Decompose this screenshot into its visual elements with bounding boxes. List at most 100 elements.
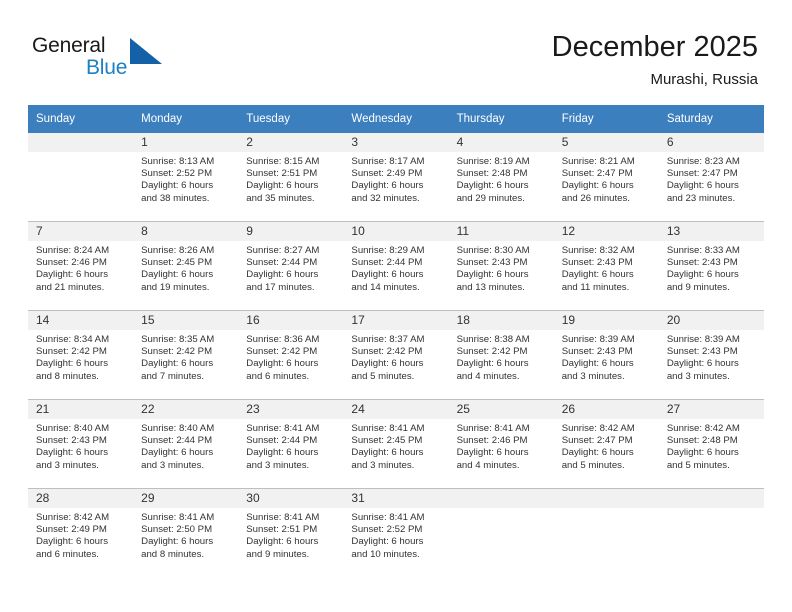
sunset-time: Sunset: 2:51 PM [246, 168, 318, 180]
logo-triangle-icon [130, 38, 162, 64]
day-cell[interactable]: 28 Sunrise: 8:42 AM Sunset: 2:49 PM Dayligh… [28, 489, 134, 577]
logo-text-blue: Blue [86, 56, 128, 79]
day-number: 3 [343, 133, 449, 152]
sunrise-time: Sunrise: 8:15 AM [246, 156, 320, 167]
sunrise-time: Sunrise: 8:19 AM [456, 156, 530, 167]
day-cell[interactable]: 19 Sunrise: 8:39 AM Sunset: 2:43 PM Dayligh… [553, 311, 659, 399]
daylight-duration-line2: and 8 minutes. [36, 370, 99, 382]
day-cell[interactable]: 3 Sunrise: 8:17 AM Sunset: 2:49 PM Daylight… [343, 133, 449, 221]
day-details: Sunrise: 8:37 AM Sunset: 2:42 PM Daylight:… [343, 330, 448, 383]
calendar-cell: 16 Sunrise: 8:36 AM Sunset: 2:42 PM Dayligh… [238, 310, 344, 400]
day-details: Sunrise: 8:29 AM Sunset: 2:44 PM Daylight:… [343, 241, 448, 294]
day-number: 24 [343, 400, 449, 419]
day-cell[interactable]: 8 Sunrise: 8:26 AM Sunset: 2:45 PM Daylight… [133, 222, 239, 310]
day-cell[interactable]: 7 Sunrise: 8:24 AM Sunset: 2:46 PM Daylight… [28, 222, 134, 310]
calendar-cell: 17 Sunrise: 8:37 AM Sunset: 2:42 PM Dayligh… [343, 310, 449, 400]
day-number: 29 [133, 489, 239, 508]
day-cell[interactable]: 1 Sunrise: 8:13 AM Sunset: 2:52 PM Daylight… [133, 133, 239, 221]
daylight-duration-line2: and 38 minutes. [141, 192, 210, 204]
day-cell[interactable]: 26 Sunrise: 8:42 AM Sunset: 2:47 PM Dayligh… [553, 400, 659, 488]
calendar-cell: 9 Sunrise: 8:27 AM Sunset: 2:44 PM Daylight… [238, 221, 344, 311]
weekday-header-monday: Monday [133, 105, 239, 133]
day-number: 27 [658, 400, 764, 419]
day-details: Sunrise: 8:41 AM Sunset: 2:45 PM Daylight:… [343, 419, 448, 472]
calendar-cell: 18 Sunrise: 8:38 AM Sunset: 2:42 PM Dayligh… [448, 310, 554, 400]
day-cell[interactable]: 16 Sunrise: 8:36 AM Sunset: 2:42 PM Dayligh… [238, 311, 344, 399]
daylight-duration-line1: Daylight: 6 hours [561, 358, 634, 370]
day-number: 7 [28, 222, 134, 241]
sunrise-time: Sunrise: 8:37 AM [351, 334, 425, 345]
daylight-duration-line1: Daylight: 6 hours [246, 536, 319, 548]
sunrise-time: Sunrise: 8:34 AM [36, 334, 110, 345]
sunrise-time: Sunrise: 8:26 AM [141, 245, 215, 256]
calendar-cell: 3 Sunrise: 8:17 AM Sunset: 2:49 PM Daylight… [343, 133, 449, 222]
day-number: 10 [343, 222, 449, 241]
day-details: Sunrise: 8:30 AM Sunset: 2:43 PM Daylight:… [449, 241, 554, 294]
day-details: Sunrise: 8:40 AM Sunset: 2:43 PM Daylight:… [28, 419, 133, 472]
day-details: Sunrise: 8:42 AM Sunset: 2:48 PM Daylight:… [659, 419, 764, 472]
day-details: Sunrise: 8:41 AM Sunset: 2:52 PM Daylight:… [343, 508, 448, 561]
day-number [553, 489, 659, 508]
day-number: 25 [448, 400, 554, 419]
day-cell[interactable]: 18 Sunrise: 8:38 AM Sunset: 2:42 PM Dayligh… [448, 311, 554, 399]
calendar-cell: 7 Sunrise: 8:24 AM Sunset: 2:46 PM Daylight… [28, 221, 134, 311]
day-cell[interactable]: 24 Sunrise: 8:41 AM Sunset: 2:45 PM Dayligh… [343, 400, 449, 488]
day-details: Sunrise: 8:13 AM Sunset: 2:52 PM Daylight:… [133, 152, 238, 205]
day-cell[interactable]: 5 Sunrise: 8:21 AM Sunset: 2:47 PM Daylight… [553, 133, 659, 221]
day-cell[interactable]: 27 Sunrise: 8:42 AM Sunset: 2:48 PM Dayligh… [658, 400, 764, 488]
daylight-duration-line2: and 17 minutes. [246, 281, 315, 293]
day-cell[interactable]: 12 Sunrise: 8:32 AM Sunset: 2:43 PM Dayligh… [553, 222, 659, 310]
daylight-duration-line2: and 5 minutes. [666, 459, 730, 471]
sunset-time: Sunset: 2:42 PM [246, 346, 318, 358]
sunset-time: Sunset: 2:43 PM [456, 257, 528, 269]
day-number: 16 [238, 311, 344, 330]
day-cell[interactable]: 14 Sunrise: 8:34 AM Sunset: 2:42 PM Dayligh… [28, 311, 134, 399]
day-cell[interactable]: 11 Sunrise: 8:30 AM Sunset: 2:43 PM Dayligh… [448, 222, 554, 310]
day-cell[interactable]: 20 Sunrise: 8:39 AM Sunset: 2:43 PM Dayligh… [658, 311, 764, 399]
day-details: Sunrise: 8:26 AM Sunset: 2:45 PM Daylight:… [133, 241, 238, 294]
day-details: Sunrise: 8:35 AM Sunset: 2:42 PM Daylight:… [133, 330, 238, 383]
day-number: 5 [553, 133, 659, 152]
day-number: 18 [448, 311, 554, 330]
sunrise-time: Sunrise: 8:35 AM [141, 334, 215, 345]
daylight-duration-line1: Daylight: 6 hours [456, 269, 529, 281]
day-cell[interactable]: 23 Sunrise: 8:41 AM Sunset: 2:44 PM Dayligh… [238, 400, 344, 488]
day-number [448, 489, 554, 508]
sunrise-time: Sunrise: 8:32 AM [561, 245, 635, 256]
day-number: 26 [553, 400, 659, 419]
calendar-cell [553, 488, 659, 577]
day-cell[interactable]: 4 Sunrise: 8:19 AM Sunset: 2:48 PM Daylight… [448, 133, 554, 221]
sunrise-time: Sunrise: 8:42 AM [561, 423, 635, 434]
daylight-duration-line1: Daylight: 6 hours [141, 447, 214, 459]
day-cell[interactable]: 29 Sunrise: 8:41 AM Sunset: 2:50 PM Dayligh… [133, 489, 239, 577]
sunset-time: Sunset: 2:48 PM [666, 435, 738, 447]
day-cell[interactable]: 6 Sunrise: 8:23 AM Sunset: 2:47 PM Daylight… [658, 133, 764, 221]
daylight-duration-line1: Daylight: 6 hours [246, 447, 319, 459]
day-cell[interactable]: 30 Sunrise: 8:41 AM Sunset: 2:51 PM Dayligh… [238, 489, 344, 577]
daylight-duration-line2: and 6 minutes. [246, 370, 310, 382]
daylight-duration-line1: Daylight: 6 hours [561, 180, 634, 192]
day-number [658, 489, 764, 508]
sunrise-time: Sunrise: 8:41 AM [246, 512, 320, 523]
day-cell[interactable]: 9 Sunrise: 8:27 AM Sunset: 2:44 PM Daylight… [238, 222, 344, 310]
day-cell[interactable]: 13 Sunrise: 8:33 AM Sunset: 2:43 PM Dayligh… [658, 222, 764, 310]
sunset-time: Sunset: 2:42 PM [456, 346, 528, 358]
sunset-time: Sunset: 2:44 PM [246, 257, 318, 269]
day-cell[interactable]: 25 Sunrise: 8:41 AM Sunset: 2:46 PM Dayligh… [448, 400, 554, 488]
day-cell[interactable]: 2 Sunrise: 8:15 AM Sunset: 2:51 PM Daylight… [238, 133, 344, 221]
sunset-time: Sunset: 2:49 PM [36, 524, 107, 536]
day-number: 6 [658, 133, 764, 152]
day-cell[interactable]: 10 Sunrise: 8:29 AM Sunset: 2:44 PM Dayligh… [343, 222, 449, 310]
day-cell[interactable]: 22 Sunrise: 8:40 AM Sunset: 2:44 PM Dayligh… [133, 400, 239, 488]
day-cell[interactable]: 15 Sunrise: 8:35 AM Sunset: 2:42 PM Dayligh… [133, 311, 239, 399]
day-cell[interactable]: 21 Sunrise: 8:40 AM Sunset: 2:43 PM Dayligh… [28, 400, 134, 488]
sunset-time: Sunset: 2:45 PM [351, 435, 423, 447]
day-cell[interactable]: 31 Sunrise: 8:41 AM Sunset: 2:52 PM Dayligh… [343, 489, 449, 577]
daylight-duration-line2: and 3 minutes. [561, 370, 625, 382]
daylight-duration-line2: and 21 minutes. [36, 281, 105, 293]
day-cell[interactable]: 17 Sunrise: 8:37 AM Sunset: 2:42 PM Dayligh… [343, 311, 449, 399]
day-number: 13 [658, 222, 764, 241]
day-number: 14 [28, 311, 134, 330]
weekday-header-sunday: Sunday [28, 105, 134, 133]
day-cell-empty [448, 489, 554, 577]
